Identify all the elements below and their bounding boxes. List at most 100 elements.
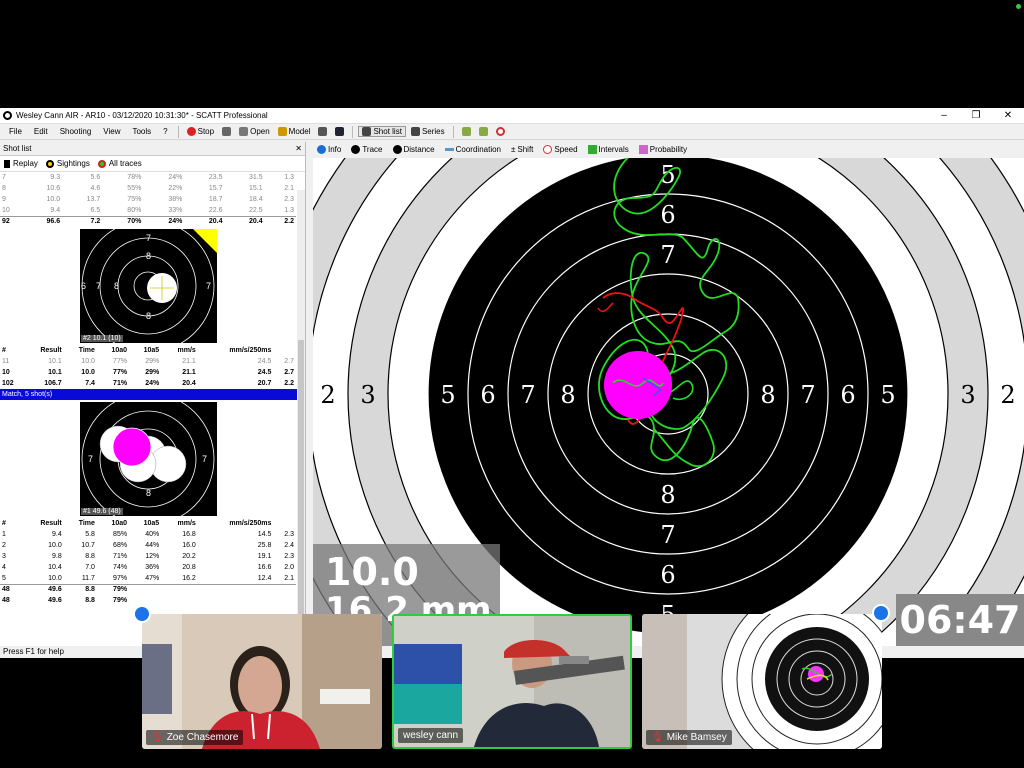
title-bar: Wesley Cann AIR - AR10 - 03/12/2020 10:3… xyxy=(0,108,1024,124)
settings-button[interactable] xyxy=(493,127,508,136)
stop-icon xyxy=(186,127,196,136)
table-row[interactable]: 4 10.4 7.0 74% 36% 20.8 16.6 2.0 xyxy=(0,562,296,573)
table-cell: 22% xyxy=(168,185,183,192)
speed-button[interactable]: Speed xyxy=(543,145,578,155)
minus-badge-icon[interactable] xyxy=(872,604,890,622)
shot-list-button[interactable]: Shot list xyxy=(358,126,406,137)
table-row[interactable]: 5 10.0 11.7 97% 47% 16.2 12.4 2.1 xyxy=(0,573,296,584)
table-row[interactable]: 92 96.6 7.2 70% 24% 20.4 20.4 2.2 xyxy=(0,215,296,227)
save-icon xyxy=(335,127,345,136)
minimize-button[interactable]: – xyxy=(928,110,960,121)
shift-button[interactable]: ± Shift xyxy=(511,145,533,154)
intervals-label: Intervals xyxy=(598,144,629,154)
menu-edit[interactable]: Edit xyxy=(29,127,53,136)
distance-icon xyxy=(392,145,402,155)
ring-label: 5 xyxy=(880,381,895,409)
open-button[interactable]: Open xyxy=(236,127,273,136)
maximize-button[interactable]: ❐ xyxy=(960,110,992,121)
series-label: Series xyxy=(421,127,445,136)
video-tile-zoe[interactable]: 🎙 Zoe Chasemore xyxy=(142,614,382,749)
table-row[interactable]: 10 10.1 10.0 77% 29% 21.1 24.5 2.7 xyxy=(0,367,296,378)
table-cell: 12% xyxy=(145,553,160,560)
table-row[interactable]: 8 10.6 4.6 55% 22% 15.7 15.1 2.1 xyxy=(0,183,296,194)
mini-target-svg: 7 8 6 7 8 7 8 xyxy=(80,229,217,343)
table-cell: 2.3 xyxy=(284,531,294,538)
print-button[interactable] xyxy=(315,127,330,136)
table-row[interactable]: 102 106.7 7.4 71% 24% 20.4 20.7 2.2 xyxy=(0,378,296,389)
menu-help[interactable]: ? xyxy=(158,127,172,136)
table-cell: 92 xyxy=(0,215,22,227)
table-row[interactable]: 7 9.3 5.6 78% 24% 23.5 31.5 1.3 xyxy=(0,172,296,183)
column-header: 10a5 xyxy=(143,347,160,354)
probability-label: Probability xyxy=(649,144,688,154)
table-cell: 10.1 xyxy=(48,358,62,365)
coordination-button[interactable]: Coordination xyxy=(444,145,501,154)
info-button[interactable]: Info xyxy=(317,145,341,155)
table-row[interactable]: 3 9.8 8.8 71% 12% 20.2 19.1 2.3 xyxy=(0,551,296,562)
intervals-button[interactable]: Intervals xyxy=(587,144,629,155)
tools-button[interactable] xyxy=(219,127,234,136)
menu-file[interactable]: File xyxy=(4,127,27,136)
column-header: # xyxy=(2,347,6,354)
scrollbar-thumb[interactable] xyxy=(298,340,304,640)
table-cell: 71% xyxy=(113,553,128,560)
table-row[interactable]: 2 10.0 10.7 68% 44% 16.0 25.8 2.4 xyxy=(0,540,296,551)
column-header xyxy=(273,518,296,529)
ring-label: 8 xyxy=(660,481,675,509)
model-button[interactable]: Model xyxy=(275,127,314,136)
trace-button[interactable]: Trace xyxy=(351,145,383,155)
menu-shooting[interactable]: Shooting xyxy=(55,127,97,136)
mini-target-shot[interactable]: 7 8 6 7 8 7 8 #2 10.1 (10) xyxy=(80,229,217,343)
coordination-label: Coordination xyxy=(455,145,501,154)
tab-sightings[interactable]: Sightings xyxy=(45,159,90,168)
table-row[interactable]: 48 49.6 8.8 79% xyxy=(0,583,296,595)
ring-label: 6 xyxy=(660,561,675,589)
table-cell: 10.1 xyxy=(48,369,62,376)
ring-label: 8 xyxy=(146,251,151,261)
table-cell: 15.7 xyxy=(208,185,223,192)
menu-tools[interactable]: Tools xyxy=(127,127,156,136)
table-cell: 2.7 xyxy=(284,358,294,365)
separator xyxy=(452,125,454,138)
video-tile-mike[interactable]: 🎙 Mike Bamsey xyxy=(642,614,882,749)
ring-label: 7 xyxy=(202,454,207,464)
match-section-bar[interactable]: Match, 5 shot(s) xyxy=(0,389,305,400)
export-button[interactable] xyxy=(459,127,474,136)
shot-list-scrollbar[interactable] xyxy=(297,190,305,646)
table-cell xyxy=(197,583,274,595)
ring-label: 7 xyxy=(660,241,675,269)
menu-view[interactable]: View xyxy=(98,127,125,136)
table-row[interactable]: 11 10.1 10.0 77% 29% 21.1 24.5 2.7 xyxy=(0,356,296,367)
video-tile-wesley[interactable]: wesley cann xyxy=(392,614,632,749)
table-cell: 36% xyxy=(145,564,160,571)
target-view[interactable]: 123456788765432145678765 10.0 16.2 mm 06… xyxy=(313,158,1024,654)
probability-button[interactable]: Probability xyxy=(638,144,688,155)
table-cell: 20.4 xyxy=(184,215,225,227)
mini-target-caption: #2 10.1 (10) xyxy=(81,335,123,342)
import-button[interactable] xyxy=(476,127,491,136)
stop-button[interactable]: Stop xyxy=(184,127,217,136)
close-button[interactable]: ✕ xyxy=(992,110,1024,121)
shot-list-header: Shot list ✕ xyxy=(0,142,305,156)
distance-button[interactable]: Distance xyxy=(392,145,435,155)
series-button[interactable]: Series xyxy=(408,127,448,136)
table-cell: 44% xyxy=(145,542,160,549)
list-icon xyxy=(362,127,372,136)
table-cell: 10.4 xyxy=(48,564,62,571)
table-row[interactable]: 1 9.4 5.8 85% 40% 16.8 14.5 2.3 xyxy=(0,529,296,540)
table-cell xyxy=(198,595,274,606)
table-row[interactable]: 9 10.0 13.7 75% 38% 18.7 18.4 2.3 xyxy=(0,194,296,205)
print-icon xyxy=(318,127,328,136)
table-row[interactable]: 48 49.6 8.8 79% xyxy=(0,595,296,606)
table-cell: 12.4 xyxy=(257,574,272,582)
table-row[interactable]: 10 9.4 6.5 80% 33% 22.6 22.5 1.3 xyxy=(0,205,296,216)
tab-all-traces[interactable]: All traces xyxy=(97,159,142,168)
table-cell: 20.7 xyxy=(257,380,272,387)
mini-target-match[interactable]: 8 7 7 8 #1 49.6 (48) xyxy=(80,402,217,516)
save-button[interactable] xyxy=(332,127,347,136)
table-cell: 7.2 xyxy=(62,215,103,227)
intervals-icon xyxy=(587,145,597,155)
screen-share-icon[interactable] xyxy=(133,605,151,623)
close-panel-button[interactable]: ✕ xyxy=(295,144,302,153)
tab-replay[interactable]: Replay xyxy=(4,159,38,168)
